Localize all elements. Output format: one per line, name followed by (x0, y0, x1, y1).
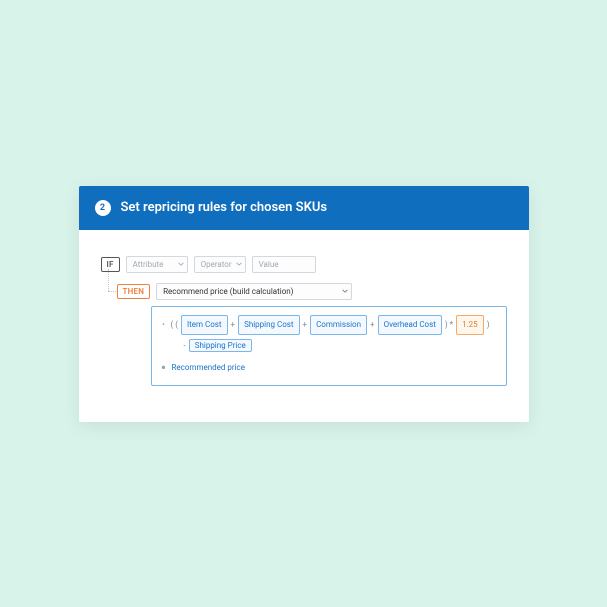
attribute-dropdown[interactable]: Attribute (126, 256, 188, 273)
chevron-down-icon (178, 262, 184, 266)
card-header: 2 Set repricing rules for chosen SKUs (79, 186, 529, 230)
tag-shipping-price[interactable]: Shipping Price (189, 339, 252, 352)
tree-node-icon: • (162, 358, 166, 377)
operator-dropdown[interactable]: Operator (194, 256, 246, 273)
then-row: THEN Recommend price (build calculation) (117, 283, 507, 300)
tag-commission[interactable]: Commission (310, 315, 367, 335)
step-number: 2 (100, 203, 105, 213)
attribute-placeholder: Attribute (133, 260, 164, 269)
minus-op: - (184, 341, 186, 350)
tag-overhead-cost[interactable]: Overhead Cost (378, 315, 442, 335)
open-parens: ( ( (171, 317, 178, 333)
header-title: Set repricing rules for chosen SKUs (121, 200, 328, 215)
plus-op: + (370, 317, 375, 333)
plus-op: + (231, 317, 236, 333)
recommended-price-label: Recommended price (172, 363, 245, 372)
operator-placeholder: Operator (201, 260, 232, 269)
tag-item-cost[interactable]: Item Cost (181, 315, 228, 335)
value-input[interactable]: Value (252, 256, 316, 273)
action-dropdown[interactable]: Recommend price (build calculation) (156, 283, 352, 300)
result-line: • Recommended price (162, 358, 496, 377)
action-label: Recommend price (build calculation) (163, 287, 293, 296)
value-placeholder: Value (259, 260, 279, 269)
close-paren-mult: ) * (445, 317, 453, 333)
then-keyword: THEN (117, 284, 151, 299)
if-keyword: IF (101, 257, 120, 272)
step-badge: 2 (95, 200, 111, 216)
calculation-box: • ( ( Item Cost + Shipping Cost + Commis… (151, 306, 507, 386)
calc-line-2: - Shipping Price (184, 339, 496, 352)
close-group: ) (487, 317, 490, 333)
tag-multiplier[interactable]: 1.25 (456, 315, 484, 335)
chevron-down-icon (236, 262, 242, 266)
tag-shipping-cost[interactable]: Shipping Cost (238, 315, 299, 335)
calc-line-1: • ( ( Item Cost + Shipping Cost + Commis… (162, 315, 496, 335)
if-row: IF Attribute Operator Value (101, 256, 507, 273)
plus-op: + (303, 317, 308, 333)
chevron-down-icon (342, 289, 348, 293)
card-body: IF Attribute Operator Value THEN Recomme… (79, 230, 529, 422)
repricing-card: 2 Set repricing rules for chosen SKUs IF… (79, 186, 529, 422)
tree-node-icon: • (162, 317, 166, 333)
